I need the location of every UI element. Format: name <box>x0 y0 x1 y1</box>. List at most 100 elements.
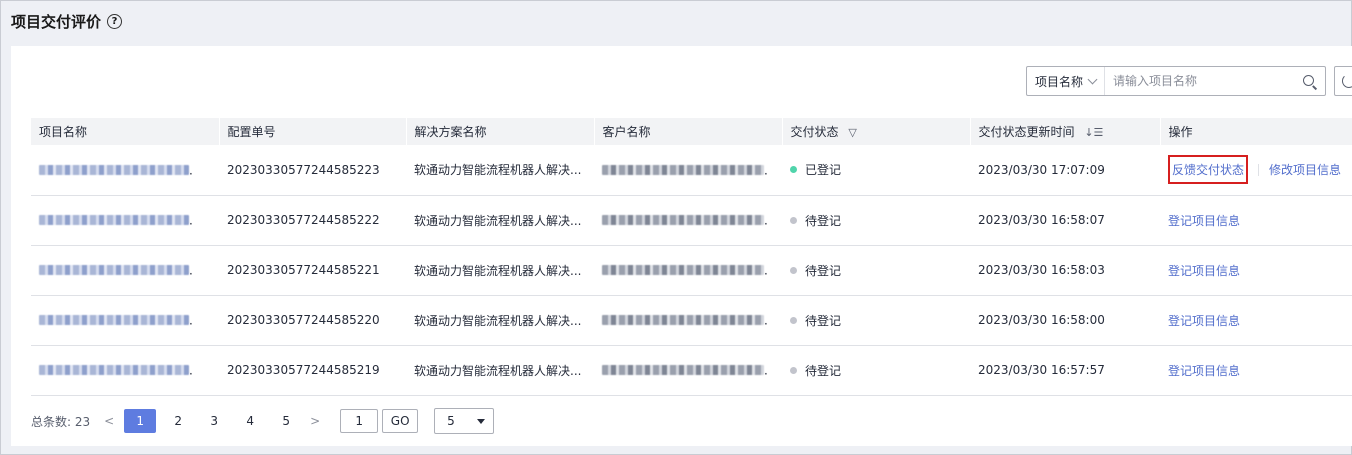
table-row: . 20230330577244585220 软通动力智能流程机器人解决.... 待登… <box>31 295 1352 345</box>
cell-actions: 登记项目信息 <box>1160 245 1352 295</box>
action-link[interactable]: 修改项目信息 <box>1269 161 1341 178</box>
col-config-no: 配置单号 <box>219 118 407 145</box>
cell-updated-time: 2023/03/30 17:07:09 <box>978 162 1105 177</box>
cell-actions: 反馈交付状态 修改项目信息 <box>1160 145 1352 195</box>
cell-actions: 登记项目信息 <box>1160 195 1352 245</box>
cell-delivery-status: 待登记 <box>782 295 970 345</box>
chevron-down-icon <box>1087 74 1098 84</box>
refresh-button[interactable] <box>1334 66 1352 96</box>
search-box: 项目名称 <box>1026 66 1326 96</box>
pagination-page-5[interactable]: 5 <box>268 409 304 433</box>
sort-icon[interactable]: ↓☰ <box>1084 126 1103 139</box>
cell-customer-name: . <box>594 245 782 295</box>
cell-updated-time: 2023/03/30 16:57:57 <box>978 363 1105 377</box>
cell-solution-name: 软通动力智能流程机器人解决... <box>414 263 582 278</box>
action-link[interactable]: 登记项目信息 <box>1168 212 1240 229</box>
table-header: 项目名称 配置单号 解决方案名称 客户名称 交付状态 ▽ 交付状态更新时间 ↓☰… <box>31 118 1352 145</box>
cell-solution-name: 软通动力智能流程机器人解决... <box>414 363 582 378</box>
cell-customer-name: . <box>594 345 782 395</box>
actions-group: 登记项目信息 <box>1168 212 1352 229</box>
col-actions: 操作 <box>1160 118 1352 145</box>
cell-config-no: 20230330577244585221 <box>227 263 380 277</box>
redacted-customer-name <box>602 265 764 276</box>
pagination-page-2[interactable]: 2 <box>160 409 196 433</box>
pagination-prev-button[interactable]: < <box>98 414 120 428</box>
cell-project-name: . <box>31 145 219 195</box>
cell-updated-time: 2023/03/30 16:58:07 <box>978 213 1105 227</box>
redacted-customer-name <box>602 215 764 226</box>
col-solution-name: 解决方案名称 <box>406 118 595 145</box>
redacted-project-name <box>39 165 189 175</box>
caret-down-icon <box>477 418 486 424</box>
col-delivery-status: 交付状态 ▽ <box>782 118 971 145</box>
content-card: 项目名称 项目名称 配置单号 解决方案名称 客户名称 交付状态 <box>11 46 1352 446</box>
table-row: . 20230330577244585219 软通动力智能流程机器人解决.... 待登… <box>31 345 1352 395</box>
filter-icon[interactable]: ▽ <box>848 126 856 139</box>
pagination-total-label: 总条数: <box>31 414 72 429</box>
col-updated-time: 交付状态更新时间 ↓☰ <box>970 118 1161 145</box>
col-updated-time-label: 交付状态更新时间 <box>978 125 1075 139</box>
cell-project-name: . <box>31 345 219 395</box>
help-icon[interactable]: ? <box>107 14 123 29</box>
search-field-label: 项目名称 <box>1035 74 1084 89</box>
cell-project-name: . <box>31 295 219 345</box>
table-row: . 20230330577244585222 软通动力智能流程机器人解决.... 待登… <box>31 195 1352 245</box>
table-row: . 20230330577244585223 软通动力智能流程机器人解决.... 已登… <box>31 145 1352 195</box>
redacted-project-name <box>39 265 189 276</box>
search-field-select[interactable]: 项目名称 <box>1027 67 1106 95</box>
action-link[interactable]: 登记项目信息 <box>1168 362 1240 379</box>
cell-solution-name: 软通动力智能流程机器人解决... <box>414 213 582 228</box>
action-separator <box>1258 163 1260 176</box>
cell-config-no: 20230330577244585219 <box>227 363 380 377</box>
pagination-next-button[interactable]: > <box>304 414 326 428</box>
cell-project-name: . <box>31 245 219 295</box>
status-dot-icon <box>790 216 797 224</box>
cell-delivery-status: 待登记 <box>782 345 970 395</box>
actions-group: 登记项目信息 <box>1168 362 1352 379</box>
cell-config-no: 20230330577244585223 <box>227 162 380 177</box>
page-title-text: 项目交付评价 <box>11 13 102 31</box>
cell-actions: 登记项目信息 <box>1160 345 1352 395</box>
pagination: 总条数: 23 < 1 2 3 4 5 > 1 GO 5 <box>31 408 495 434</box>
action-link[interactable]: 登记项目信息 <box>1168 312 1240 329</box>
refresh-icon <box>1342 74 1352 88</box>
status-text: 待登记 <box>805 363 842 378</box>
cell-customer-name: . <box>594 145 782 195</box>
cell-customer-name: . <box>594 195 782 245</box>
pagination-go-button[interactable]: GO <box>382 409 419 433</box>
col-delivery-status-label: 交付状态 <box>790 125 839 139</box>
status-text: 待登记 <box>805 213 842 228</box>
search-icon[interactable] <box>1295 67 1325 95</box>
col-project-name: 项目名称 <box>31 118 220 145</box>
status-text: 待登记 <box>805 313 842 328</box>
pagination-page-4[interactable]: 4 <box>232 409 268 433</box>
actions-group: 登记项目信息 <box>1168 312 1352 329</box>
redacted-customer-name <box>602 315 764 326</box>
status-text: 已登记 <box>805 163 842 178</box>
pagination-page-3[interactable]: 3 <box>196 409 232 433</box>
cell-delivery-status: 待登记 <box>782 245 970 295</box>
action-link[interactable]: 反馈交付状态 <box>1168 155 1249 185</box>
redacted-project-name <box>39 365 189 376</box>
search-input[interactable] <box>1105 67 1295 95</box>
cell-updated-time: 2023/03/30 16:58:00 <box>978 313 1105 327</box>
status-dot-icon <box>790 266 797 274</box>
redacted-customer-name <box>602 365 764 376</box>
page-size-select[interactable]: 5 <box>434 408 495 434</box>
status-dot-icon <box>790 316 797 324</box>
cell-delivery-status: 待登记 <box>782 195 970 245</box>
pagination-total-count: 23 <box>74 414 91 429</box>
pagination-total: 总条数: 23 <box>31 413 90 430</box>
cell-customer-name: . <box>594 295 782 345</box>
page-size-value: 5 <box>447 414 455 428</box>
project-table: 项目名称 配置单号 解决方案名称 客户名称 交付状态 ▽ 交付状态更新时间 ↓☰… <box>31 118 1352 396</box>
redacted-project-name <box>39 315 189 326</box>
pagination-jump-input[interactable]: 1 <box>340 409 379 433</box>
cell-project-name: . <box>31 195 219 245</box>
pagination-page-1[interactable]: 1 <box>124 409 157 433</box>
cell-delivery-status: 已登记 <box>782 145 970 195</box>
action-link[interactable]: 登记项目信息 <box>1168 262 1240 279</box>
cell-solution-name: 软通动力智能流程机器人解决... <box>414 163 582 178</box>
table-row: . 20230330577244585221 软通动力智能流程机器人解决.... 待登… <box>31 245 1352 295</box>
status-text: 待登记 <box>805 263 842 278</box>
